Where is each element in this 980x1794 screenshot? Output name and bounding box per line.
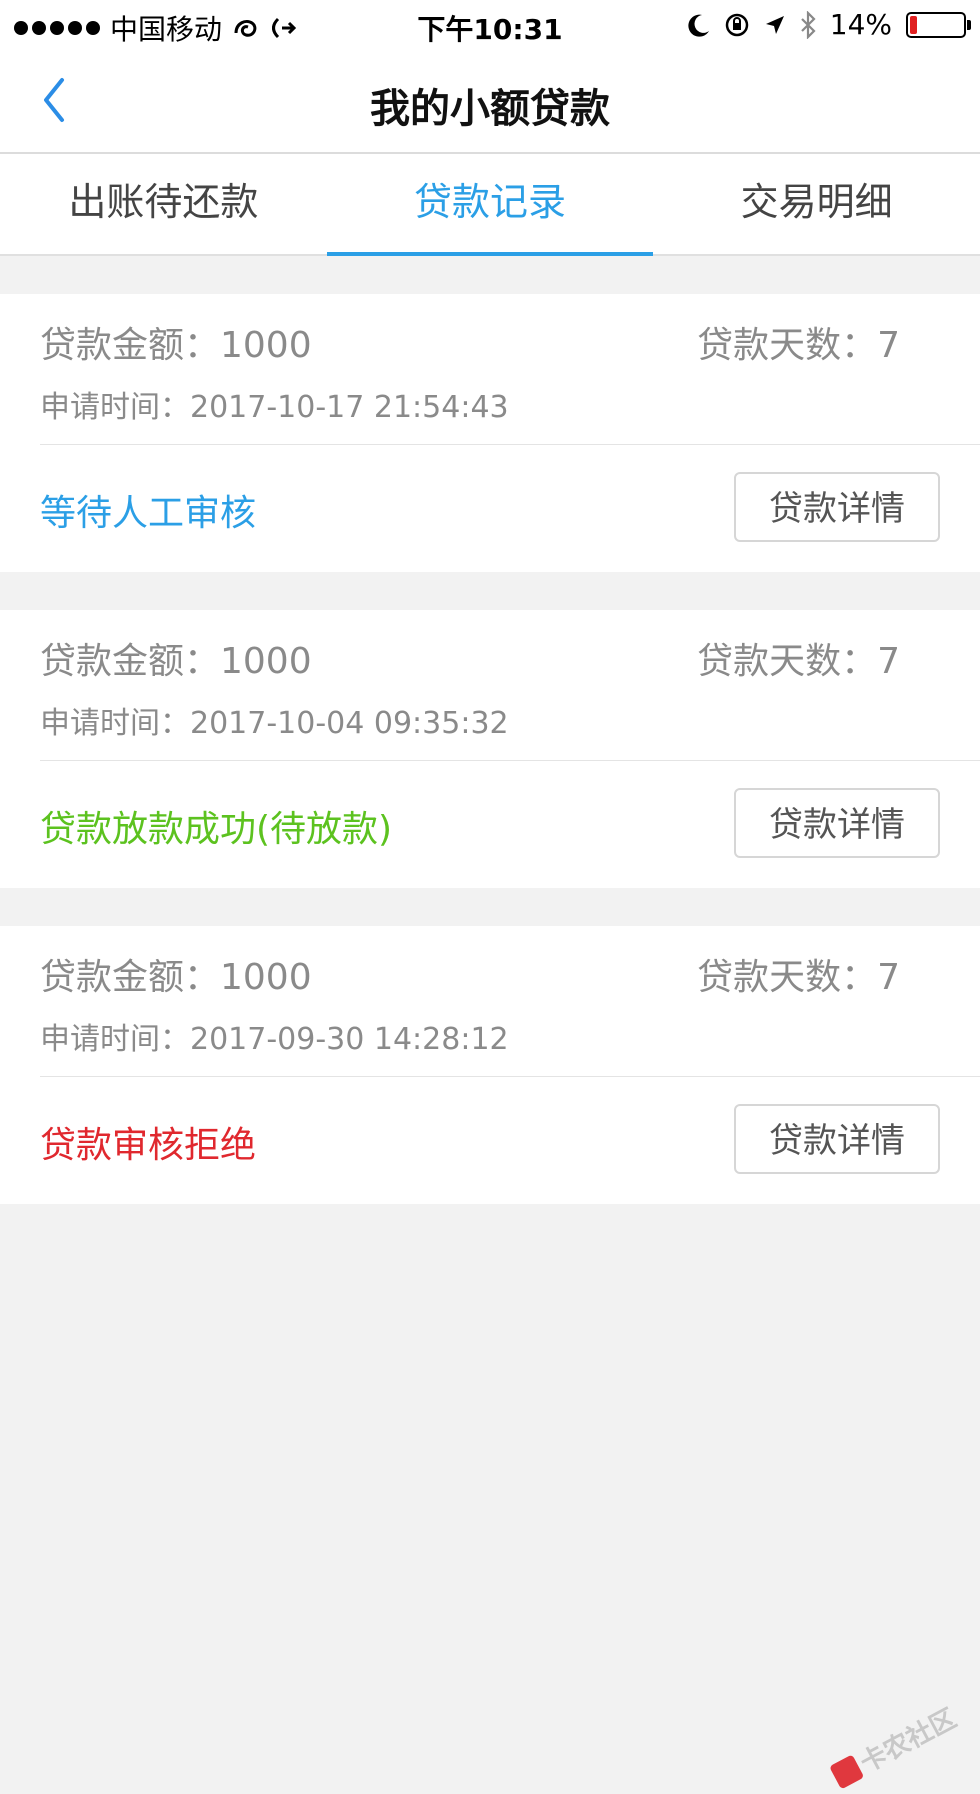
tab-loan-records[interactable]: 贷款记录	[326, 154, 654, 256]
rotation-lock-icon	[725, 13, 749, 36]
card-divider	[40, 760, 980, 761]
watermark-text: 卡农社区	[855, 1703, 962, 1779]
tab-transaction-details[interactable]: 交易明细	[653, 154, 980, 254]
battery-icon	[906, 11, 971, 38]
page-title: 我的小额贷款	[370, 86, 610, 132]
watermark: 卡农社区	[826, 1698, 962, 1794]
loan-record-card: 贷款金额：1000 贷款天数：7 申请时间：2017-10-04 09:35:3…	[0, 610, 980, 888]
application-time: 申请时间：2017-10-04 09:35:32	[40, 706, 509, 741]
tab-pending-repayment[interactable]: 出账待还款	[0, 154, 327, 254]
application-time: 申请时间：2017-10-17 21:54:43	[40, 390, 509, 425]
navigation-bar: 我的小额贷款	[0, 50, 980, 154]
loan-days: 贷款天数：7	[697, 641, 900, 682]
loan-status: 贷款审核拒绝	[40, 1125, 257, 1166]
loan-amount: 贷款金额：1000	[40, 325, 312, 366]
status-bar: 中国移动 下午10:31 14%	[0, 0, 980, 50]
status-right: 14%	[688, 8, 971, 41]
loan-status: 贷款放款成功(待放款)	[40, 809, 393, 850]
loan-record-card: 贷款金额：1000 贷款天数：7 申请时间：2017-09-30 14:28:1…	[0, 926, 980, 1204]
card-divider	[40, 444, 980, 445]
tab-bar: 出账待还款 贷款记录 交易明细	[0, 154, 980, 256]
loan-days: 贷款天数：7	[697, 957, 900, 998]
loan-record-card: 贷款金额：1000 贷款天数：7 申请时间：2017-10-17 21:54:4…	[0, 294, 980, 572]
card-divider	[40, 1076, 980, 1077]
loan-amount: 贷款金额：1000	[40, 641, 312, 682]
loan-detail-button[interactable]: 贷款详情	[734, 788, 940, 858]
moon-icon	[688, 14, 709, 37]
bluetooth-icon	[800, 10, 816, 39]
loan-days: 贷款天数：7	[697, 325, 900, 366]
loan-detail-button[interactable]: 贷款详情	[734, 1104, 940, 1174]
battery-percent: 14%	[829, 8, 892, 41]
battery-level-fill	[910, 15, 918, 34]
loan-detail-button[interactable]: 贷款详情	[734, 472, 940, 542]
location-arrow-icon	[765, 15, 784, 34]
loan-amount: 贷款金额：1000	[40, 957, 312, 998]
loan-status: 等待人工审核	[40, 493, 257, 534]
application-time: 申请时间：2017-09-30 14:28:12	[40, 1022, 509, 1057]
